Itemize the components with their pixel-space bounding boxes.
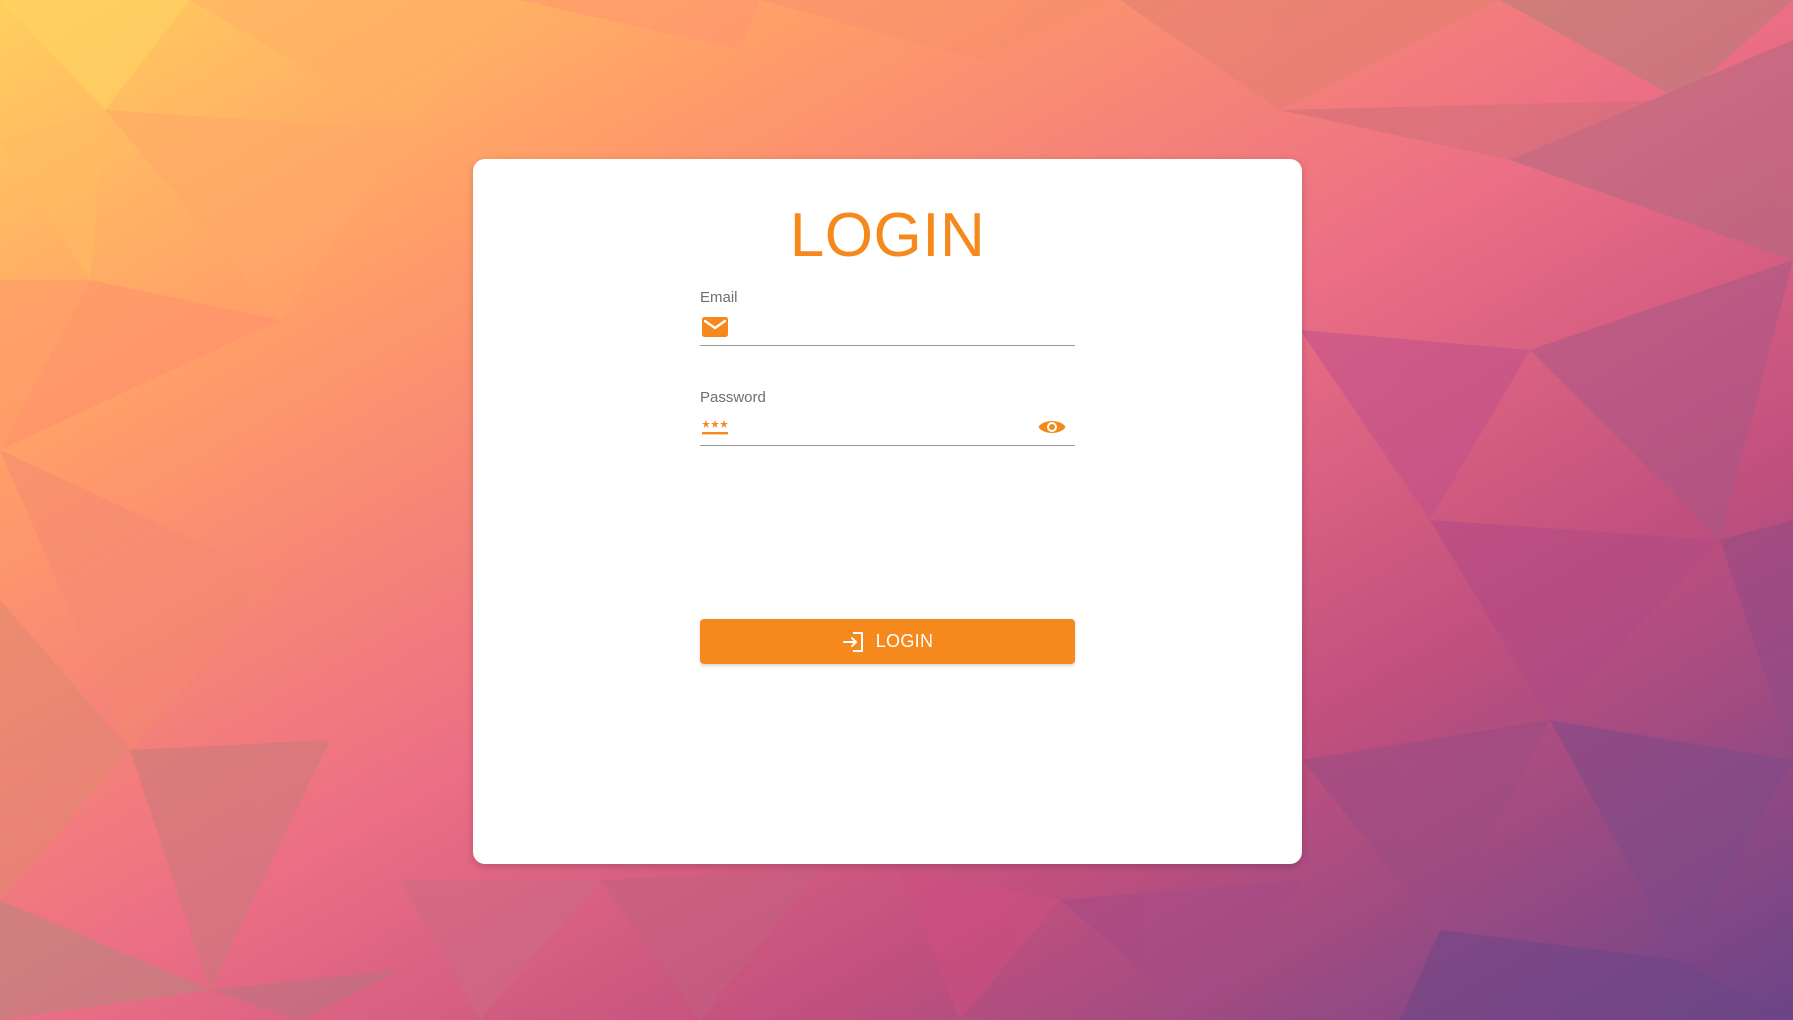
email-label: Email [700, 289, 738, 306]
login-title: LOGIN [789, 201, 986, 270]
email-field-row [700, 311, 1075, 346]
password-input[interactable] [740, 413, 1030, 441]
login-button-label: LOGIN [875, 631, 934, 651]
eye-icon[interactable] [1037, 415, 1067, 439]
email-input[interactable] [740, 313, 1030, 341]
login-card: LOGIN Email Password LOGIN [473, 159, 1302, 864]
login-button[interactable]: LOGIN [700, 619, 1075, 664]
password-field-row [700, 411, 1075, 446]
password-icon [702, 420, 728, 435]
email-field-group: Email [700, 289, 1075, 349]
email-icon [702, 317, 728, 337]
login-icon [842, 631, 863, 652]
password-label: Password [700, 389, 766, 406]
password-field-group: Password [700, 389, 1075, 449]
login-form: Email Password LOGIN [700, 289, 1075, 664]
